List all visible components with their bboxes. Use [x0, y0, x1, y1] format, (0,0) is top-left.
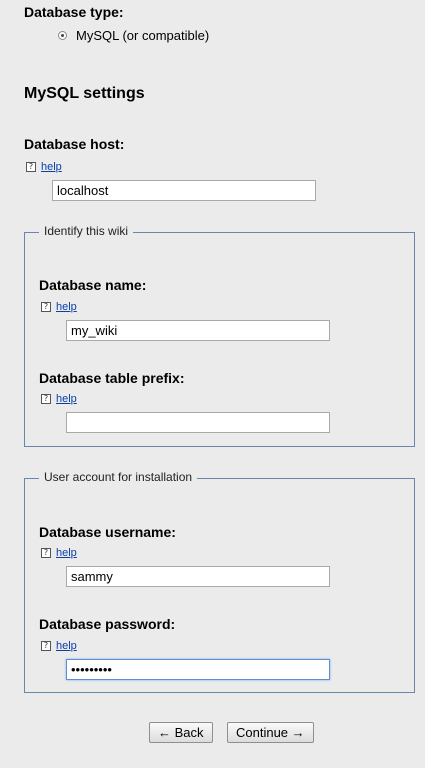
database-name-label: Database name:	[39, 277, 147, 293]
table-prefix-input[interactable]	[66, 412, 330, 433]
back-button[interactable]: ← Back	[149, 722, 213, 743]
database-host-label: Database host:	[24, 136, 125, 152]
help-link[interactable]: help	[56, 640, 77, 652]
database-password-label: Database password:	[39, 616, 176, 632]
identify-wiki-legend: Identify this wiki	[39, 224, 134, 238]
database-password-help[interactable]: ? help	[41, 640, 77, 652]
help-icon: ?	[41, 302, 51, 312]
mysql-radio-label: MySQL (or compatible)	[76, 28, 210, 43]
help-icon: ?	[41, 394, 51, 404]
database-username-input[interactable]	[66, 566, 330, 587]
mysql-radio-option[interactable]: MySQL (or compatible)	[58, 28, 209, 43]
database-username-help[interactable]: ? help	[41, 547, 77, 559]
help-link[interactable]: help	[56, 301, 77, 313]
database-name-input[interactable]	[66, 320, 330, 341]
help-link[interactable]: help	[41, 161, 62, 173]
database-password-input[interactable]	[66, 659, 330, 680]
table-prefix-label: Database table prefix:	[39, 370, 185, 386]
database-host-help[interactable]: ? help	[26, 161, 62, 173]
mysql-settings-heading: MySQL settings	[24, 85, 145, 102]
database-host-input[interactable]	[52, 180, 316, 201]
database-name-help[interactable]: ? help	[41, 301, 77, 313]
help-link[interactable]: help	[56, 393, 77, 405]
continue-button[interactable]: Continue →	[227, 722, 314, 743]
radio-selected-icon[interactable]	[58, 31, 67, 40]
database-type-label: Database type:	[24, 4, 124, 20]
help-icon: ?	[41, 548, 51, 558]
help-icon: ?	[41, 641, 51, 651]
install-account-legend: User account for installation	[39, 470, 198, 484]
table-prefix-help[interactable]: ? help	[41, 393, 77, 405]
database-username-label: Database username:	[39, 524, 176, 540]
help-icon: ?	[26, 162, 36, 172]
help-link[interactable]: help	[56, 547, 77, 559]
